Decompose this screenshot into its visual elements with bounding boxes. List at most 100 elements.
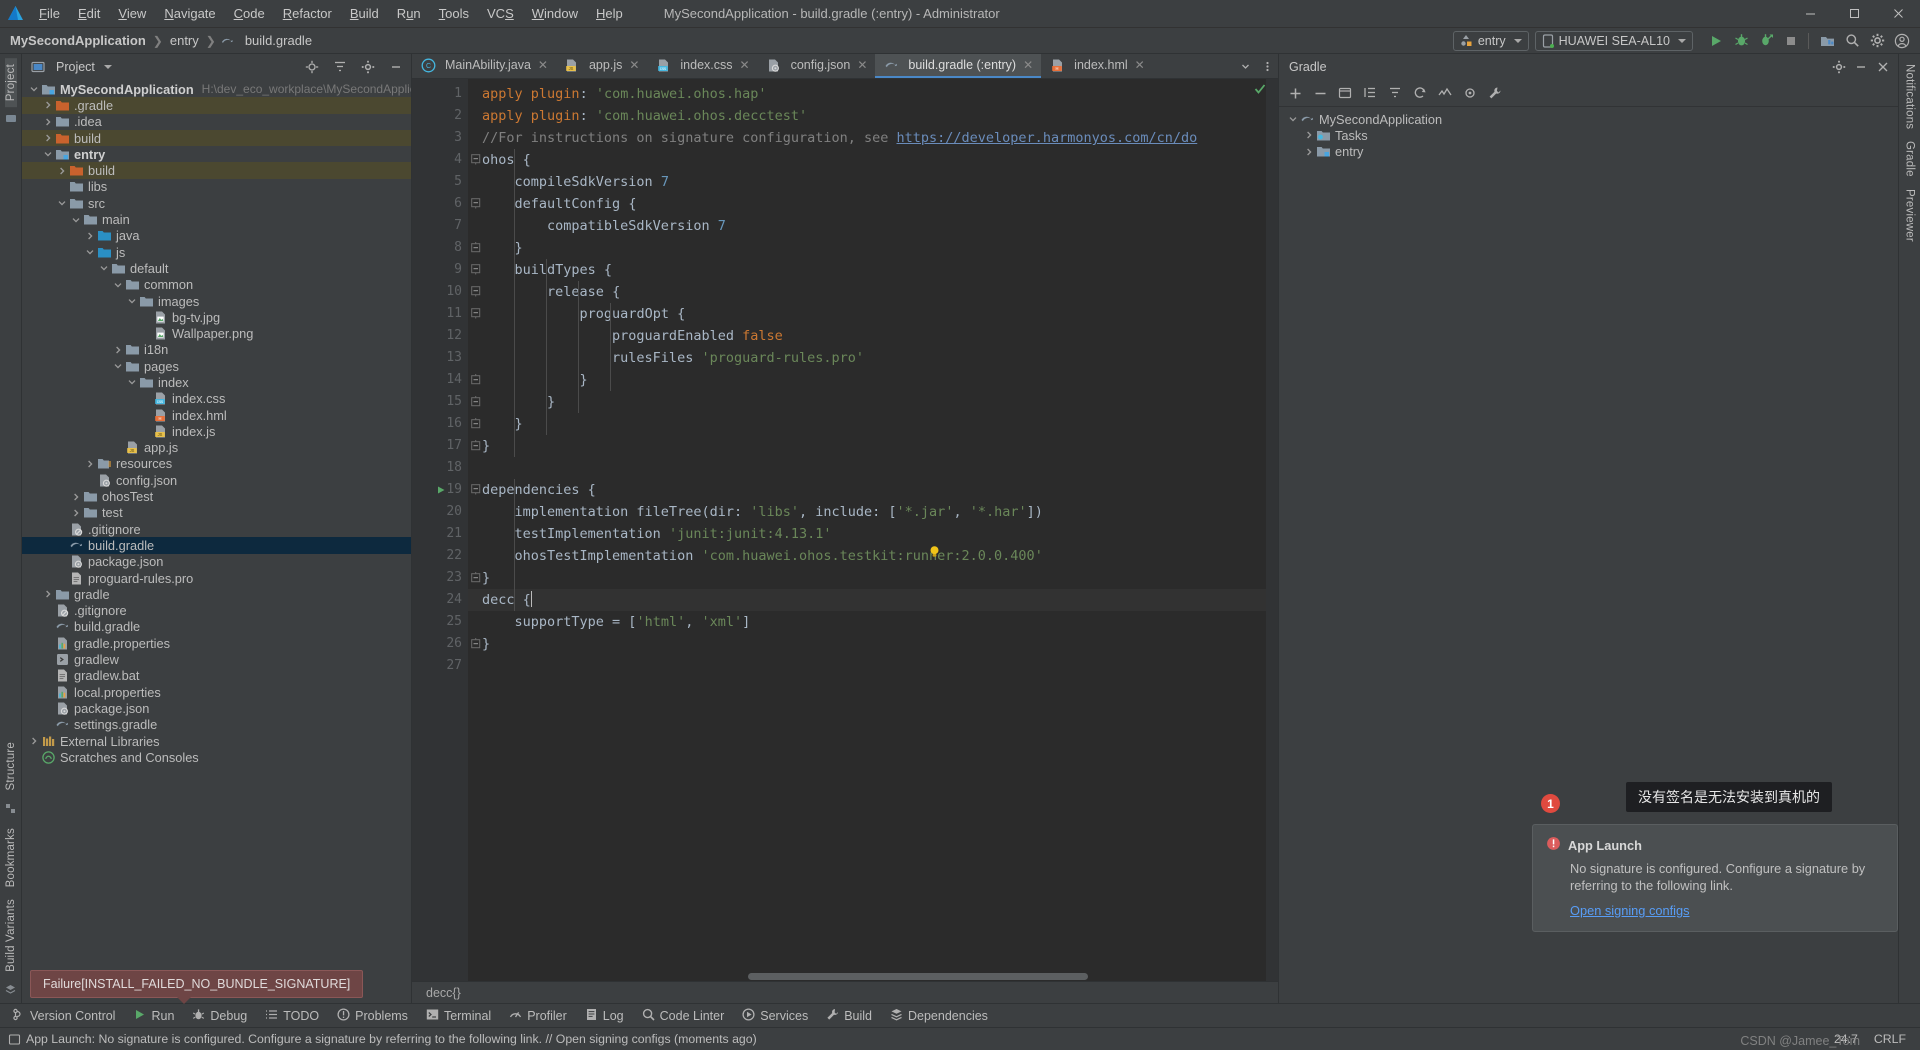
chevron-right-icon[interactable] [1303, 129, 1315, 141]
tree-node-package-json[interactable]: package.json [22, 700, 411, 716]
code-line[interactable]: apply plugin: 'com.huawei.ohos.hap' [468, 83, 1278, 105]
profile-button[interactable] [1754, 30, 1778, 52]
tree-node-scratches-and-consoles[interactable]: Scratches and Consoles [22, 749, 411, 765]
gutter-line[interactable]: 9 [412, 259, 481, 281]
select-opened-file-icon[interactable] [301, 57, 323, 77]
gradle-tree-node-entry[interactable]: entry [1279, 144, 1898, 160]
tree-node-resources[interactable]: resources [22, 456, 411, 472]
build-tool-icon[interactable] [1483, 82, 1507, 104]
gutter-line[interactable]: 17 [412, 435, 481, 457]
code-line[interactable]: } [468, 435, 1278, 457]
code-line[interactable]: proguardOpt { [468, 303, 1278, 325]
editor-tab-app-js[interactable]: JS app.js ✕ [556, 54, 647, 78]
editor-horizontal-scrollbar[interactable] [468, 971, 1278, 981]
gutter-line[interactable]: 23 [412, 567, 481, 589]
rail-button-bookmarks[interactable]: Bookmarks [5, 822, 17, 893]
open-signing-configs-link[interactable]: Open signing configs [1570, 903, 1690, 918]
code-line[interactable]: } [468, 369, 1278, 391]
gradle-hide-icon[interactable] [1850, 57, 1872, 77]
code-line[interactable]: } [468, 391, 1278, 413]
close-icon[interactable]: ✕ [538, 58, 548, 72]
collapse-all-icon[interactable] [1383, 82, 1407, 104]
code-line[interactable]: release { [468, 281, 1278, 303]
menu-navigate[interactable]: Navigate [155, 3, 224, 24]
code-line[interactable]: ohos { [468, 149, 1278, 171]
rail-button-structure[interactable]: Structure [5, 736, 17, 796]
execute-task-icon[interactable] [1333, 82, 1357, 104]
gutter-line[interactable]: 5 [412, 171, 468, 193]
chevron-down-icon[interactable] [28, 83, 40, 95]
sync-icon[interactable] [1408, 82, 1432, 104]
code-line[interactable] [468, 655, 1278, 677]
tree-node-libs[interactable]: libs [22, 179, 411, 195]
gradle-tree-node-tasks[interactable]: Tasks [1279, 127, 1898, 143]
chevron-down-icon[interactable] [126, 295, 138, 307]
chevron-right-icon[interactable] [112, 344, 124, 356]
status-message[interactable]: App Launch: No signature is configured. … [26, 1032, 757, 1046]
offline-mode-icon[interactable] [1433, 82, 1457, 104]
tree-node-src[interactable]: src [22, 195, 411, 211]
notification-badge[interactable]: 1 [1541, 794, 1560, 813]
code-line[interactable]: apply plugin: 'com.huawei.ohos.decctest' [468, 105, 1278, 127]
editor-tab-index-hml[interactable]: Hindex.hml ✕ [1041, 54, 1153, 78]
tree-node-gitignore[interactable]: .gitignore [22, 603, 411, 619]
toolwindow-button-debug[interactable]: Debug [184, 1006, 255, 1026]
code-line[interactable]: decc { [468, 589, 1278, 611]
code-line[interactable]: } [468, 413, 1278, 435]
gutter-line[interactable]: 15 [412, 391, 481, 413]
rail-button-previewer[interactable]: Previewer [1904, 183, 1916, 248]
toolwindow-button-build[interactable]: Build [818, 1006, 880, 1026]
code-line[interactable] [468, 457, 1278, 479]
tree-node-external-libraries[interactable]: External Libraries [22, 733, 411, 749]
close-icon[interactable]: ✕ [629, 58, 639, 72]
tree-node-gradle[interactable]: gradle [22, 586, 411, 602]
tree-node-wallpaper-png[interactable]: Wallpaper.png [22, 325, 411, 341]
code-line[interactable]: buildTypes { [468, 259, 1278, 281]
tree-node-build[interactable]: build [22, 162, 411, 179]
chevron-down-icon[interactable] [42, 148, 54, 160]
toolwindow-button-terminal[interactable]: Terminal [418, 1006, 499, 1026]
close-icon[interactable]: ✕ [1135, 58, 1145, 72]
tree-node-ohostest[interactable]: ohosTest [22, 488, 411, 504]
code-line[interactable]: compatibleSdkVersion 7 [468, 215, 1278, 237]
code-line[interactable]: } [468, 567, 1278, 589]
tree-node-local-properties[interactable]: local.properties [22, 684, 411, 700]
tree-node-entry[interactable]: entry [22, 146, 411, 162]
gutter-line[interactable]: 2 [412, 105, 468, 127]
editor-gutter[interactable]: 1 2 3 4 5 6 7 8 9 10 11 12 13 14 15 16 17 18 19 20 21 22 23 24 2… [412, 79, 481, 981]
menu-refactor[interactable]: Refactor [274, 3, 341, 24]
chevron-right-icon[interactable] [28, 735, 40, 747]
tree-node-config-json[interactable]: config.json [22, 472, 411, 488]
intention-bulb-icon[interactable] [928, 545, 941, 558]
menu-build[interactable]: Build [341, 3, 388, 24]
module-selector[interactable]: entry [1452, 30, 1529, 51]
project-settings-icon[interactable] [357, 57, 379, 77]
tree-node-build-gradle[interactable]: build.gradle [22, 537, 411, 554]
editor-tab-config-json[interactable]: config.json ✕ [758, 54, 876, 78]
gutter-line[interactable]: 22 [412, 545, 468, 567]
rail-button-project[interactable]: Project [4, 58, 17, 108]
gutter-line[interactable]: 4 [412, 149, 481, 171]
gutter-line[interactable]: 10 [412, 281, 481, 303]
toolwindow-button-dependencies[interactable]: Dependencies [882, 1006, 996, 1026]
gutter-line[interactable]: 7 [412, 215, 468, 237]
gutter-line[interactable]: 11 [412, 303, 481, 325]
gutter-line[interactable]: 25 [412, 611, 468, 633]
toolwindow-button-log[interactable]: Log [577, 1006, 632, 1026]
menu-help[interactable]: Help [587, 3, 632, 24]
device-manager-button[interactable] [1815, 30, 1839, 52]
menu-code[interactable]: Code [225, 3, 274, 24]
expand-all-icon[interactable] [1358, 82, 1382, 104]
gutter-line[interactable]: 12 [412, 325, 468, 347]
tree-node-test[interactable]: test [22, 505, 411, 521]
chevron-down-icon[interactable] [1234, 54, 1256, 78]
tree-node-idea[interactable]: .idea [22, 114, 411, 130]
code-line[interactable]: //For instructions on signature configur… [468, 127, 1278, 149]
gutter-line[interactable]: 3 [412, 127, 468, 149]
chevron-right-icon[interactable] [42, 116, 54, 128]
code-line[interactable]: dependencies { [468, 479, 1278, 501]
tree-node-java[interactable]: java [22, 228, 411, 244]
line-separator[interactable]: CRLF [1866, 1032, 1914, 1046]
editor-tab-mainability-java[interactable]: C MainAbility.java ✕ [412, 54, 556, 78]
menu-tools[interactable]: Tools [430, 3, 478, 24]
